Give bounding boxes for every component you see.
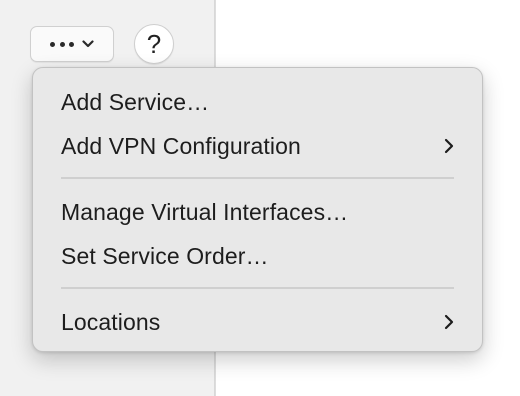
help-button[interactable]: ? (134, 24, 174, 64)
menu-separator (61, 177, 454, 179)
chevron-right-icon (444, 138, 454, 154)
menu-item-add-vpn-configuration[interactable]: Add VPN Configuration (43, 124, 472, 168)
chevron-down-icon (82, 40, 94, 48)
menu-item-label: Manage Virtual Interfaces… (61, 198, 349, 225)
chevron-right-icon (444, 314, 454, 330)
menu-item-add-service[interactable]: Add Service… (43, 80, 472, 124)
menu-item-label: Add VPN Configuration (61, 132, 301, 159)
help-label: ? (146, 28, 162, 59)
menu-item-manage-virtual-interfaces[interactable]: Manage Virtual Interfaces… (43, 190, 472, 234)
menu-item-label: Set Service Order… (61, 242, 269, 269)
menu-item-label: Locations (61, 308, 161, 335)
ellipsis-icon (50, 41, 74, 47)
menu-separator (61, 287, 454, 289)
menu-item-label: Add Service… (61, 88, 210, 115)
action-dropdown-menu: Add Service… Add VPN Configuration Manag… (32, 67, 483, 352)
menu-item-set-service-order[interactable]: Set Service Order… (43, 234, 472, 278)
action-menu-button[interactable] (30, 26, 114, 62)
menu-item-locations[interactable]: Locations (43, 300, 472, 344)
